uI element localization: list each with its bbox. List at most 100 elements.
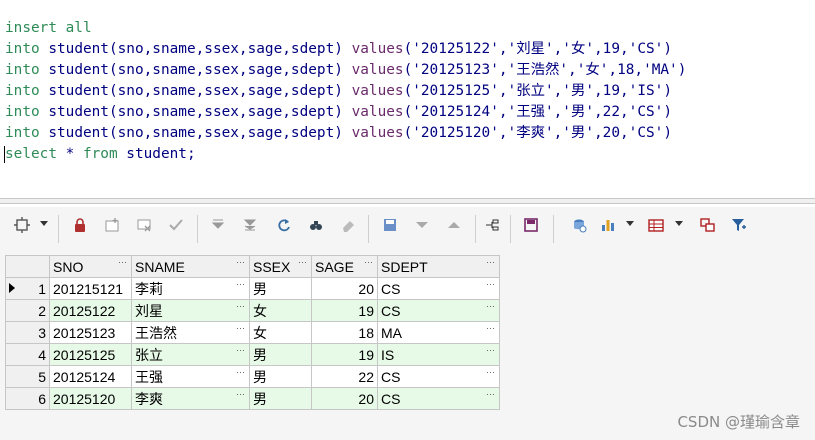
cell-sage[interactable]: 20	[311, 277, 378, 300]
cell-ssex[interactable]: 男	[249, 277, 312, 300]
connect-icon[interactable]	[566, 215, 592, 241]
cell-sname[interactable]: 王强 ···	[131, 365, 250, 388]
cell-sname[interactable]: 李莉 ···	[131, 277, 250, 300]
cell-sname[interactable]: 张立 ···	[131, 343, 250, 366]
toolbar-separator	[368, 215, 369, 243]
cell-edit-icon[interactable]: ···	[236, 323, 245, 333]
cell-sdept[interactable]: CS ···	[377, 277, 500, 300]
last-icon[interactable]	[237, 215, 263, 241]
cell-sdept[interactable]: CS ···	[377, 387, 500, 410]
cell-sdept[interactable]: MA ···	[377, 321, 500, 344]
grid-icon[interactable]	[9, 215, 35, 241]
column-header-sno[interactable]: SNO ···	[49, 255, 132, 278]
cell-sage[interactable]: 22	[311, 365, 378, 388]
cell-edit-icon[interactable]: ···	[236, 301, 245, 311]
cell-sname[interactable]: 王浩然 ···	[131, 321, 250, 344]
column-header-sage[interactable]: SAGE ···	[311, 255, 378, 278]
table-row[interactable]: 2 20125122 刘星 ··· 女 19 CS ···	[5, 299, 500, 322]
cell-ssex[interactable]: 男	[249, 343, 312, 366]
refresh-icon[interactable]	[271, 215, 297, 241]
cell-sdept[interactable]: CS ···	[377, 365, 500, 388]
column-filter-icon[interactable]: ···	[236, 257, 245, 267]
table-row[interactable]: 6 20125120 李爽 ··· 男 20 CS ···	[5, 387, 500, 410]
row-number[interactable]: 3	[5, 321, 50, 344]
cell-edit-icon[interactable]: ···	[486, 367, 495, 377]
sql-editor[interactable]: insert all into student(sno,sname,ssex,s…	[0, 0, 815, 198]
filter-up-icon[interactable]	[441, 215, 467, 241]
cell-edit-icon[interactable]: ···	[486, 323, 495, 333]
select-star: *	[56, 146, 83, 162]
cell-sage[interactable]: 18	[311, 321, 378, 344]
cell-ssex[interactable]: 男	[249, 365, 312, 388]
column-header-sdept[interactable]: SDEPT ···	[377, 255, 500, 278]
cell-ssex[interactable]: 女	[249, 321, 312, 344]
cell-sage[interactable]: 19	[311, 343, 378, 366]
values-keyword: values	[351, 104, 404, 120]
cell-sno[interactable]: 20125125	[49, 343, 132, 366]
row-number[interactable]: 1	[5, 277, 50, 300]
cell-sage[interactable]: 20	[311, 387, 378, 410]
column-filter-icon[interactable]: ···	[486, 257, 495, 267]
cell-sno[interactable]: 20125124	[49, 365, 132, 388]
column-filter-icon[interactable]: ···	[118, 257, 127, 267]
save-icon[interactable]	[377, 215, 403, 241]
cell-edit-icon[interactable]: ···	[236, 279, 245, 289]
cell-sno[interactable]: 20125122	[49, 299, 132, 322]
toolbar-separator	[553, 215, 554, 243]
cell-sno[interactable]: 20125123	[49, 321, 132, 344]
cell-edit-icon[interactable]: ···	[486, 345, 495, 355]
table-view-icon[interactable]	[643, 215, 669, 241]
cell-sage[interactable]: 19	[311, 299, 378, 322]
pivot-icon[interactable]	[694, 215, 720, 241]
table-row[interactable]: 3 20125123 王浩然 ··· 女 18 MA ···	[5, 321, 500, 344]
chevron-down-icon[interactable]	[675, 221, 683, 226]
find-icon[interactable]	[303, 215, 329, 241]
cell-edit-icon[interactable]: ···	[486, 389, 495, 399]
cell-ssex[interactable]: 女	[249, 299, 312, 322]
cell-sname[interactable]: 李爽 ···	[131, 387, 250, 410]
column-filter-icon[interactable]: ···	[364, 257, 373, 267]
table-row[interactable]: 1 201215121 李莉 ··· 男 20 CS ···	[5, 277, 500, 300]
chart-icon[interactable]	[595, 215, 621, 241]
first-icon[interactable]	[205, 215, 231, 241]
table-spec: student(sno,sname,ssex,sage,sdept)	[48, 62, 343, 78]
save-disk-icon[interactable]	[518, 215, 544, 241]
sql-code[interactable]: insert all into student(sno,sname,ssex,s…	[4, 18, 686, 165]
filter-icon[interactable]	[726, 215, 752, 241]
export-icon[interactable]	[479, 215, 505, 241]
grid-corner-cell[interactable]	[5, 255, 50, 278]
results-grid[interactable]: SNO ··· SNAME ··· SSEX ··· SAGE ··· SDEPT ···…	[5, 255, 500, 410]
cell-ssex[interactable]: 男	[249, 387, 312, 410]
cell-sname[interactable]: 刘星 ···	[131, 299, 250, 322]
into-keyword: into	[5, 83, 40, 99]
lock-icon[interactable]	[67, 215, 93, 241]
editor-splitter[interactable]	[0, 198, 815, 204]
cell-sdept[interactable]: CS ···	[377, 299, 500, 322]
table-spec: student(sno,sname,ssex,sage,sdept)	[48, 83, 343, 99]
delete-record-icon[interactable]	[131, 215, 157, 241]
post-icon[interactable]	[163, 215, 189, 241]
new-record-icon[interactable]	[99, 215, 125, 241]
row-number[interactable]: 6	[5, 387, 50, 410]
cell-edit-icon[interactable]: ···	[486, 301, 495, 311]
cell-sno[interactable]: 201215121	[49, 277, 132, 300]
cell-sno[interactable]: 20125120	[49, 387, 132, 410]
filter-down-icon[interactable]	[409, 215, 435, 241]
chevron-down-icon[interactable]	[40, 221, 48, 226]
row-number[interactable]: 4	[5, 343, 50, 366]
cell-edit-icon[interactable]: ···	[236, 367, 245, 377]
cell-edit-icon[interactable]: ···	[486, 279, 495, 289]
column-header-sname[interactable]: SNAME ···	[131, 255, 250, 278]
table-row[interactable]: 5 20125124 王强 ··· 男 22 CS ···	[5, 365, 500, 388]
row-number[interactable]: 5	[5, 365, 50, 388]
cell-edit-icon[interactable]: ···	[236, 345, 245, 355]
chevron-down-icon[interactable]	[626, 221, 634, 226]
table-row[interactable]: 4 20125125 张立 ··· 男 19 IS ···	[5, 343, 500, 366]
cell-sdept[interactable]: IS ···	[377, 343, 500, 366]
clear-icon[interactable]	[335, 215, 361, 241]
row-number[interactable]: 2	[5, 299, 50, 322]
into-keyword: into	[5, 104, 40, 120]
cell-edit-icon[interactable]: ···	[236, 389, 245, 399]
column-header-ssex[interactable]: SSEX ···	[249, 255, 312, 278]
column-filter-icon[interactable]: ···	[298, 257, 307, 267]
